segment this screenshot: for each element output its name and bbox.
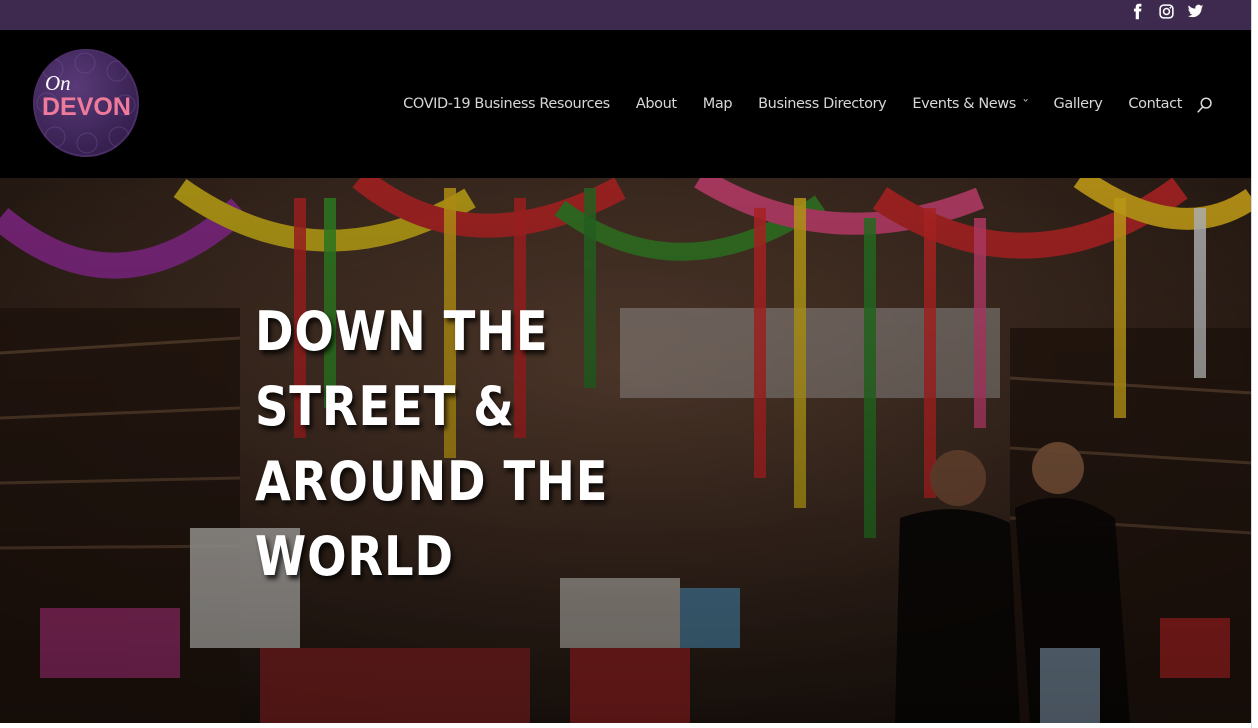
social-links: [1129, 3, 1204, 20]
nav-item-contact[interactable]: Contact: [1128, 96, 1182, 112]
instagram-icon[interactable]: [1158, 3, 1175, 20]
hero-headline-line: AROUND THE: [255, 450, 609, 513]
hero-headline: DOWN THE STREET & AROUND THE WORLD: [255, 294, 616, 594]
hero-background-image: [0, 178, 1252, 723]
nav-item-gallery[interactable]: Gallery: [1054, 96, 1103, 112]
nav-item-about[interactable]: About: [636, 96, 677, 112]
nav-item-covid-resources[interactable]: COVID-19 Business Resources: [403, 96, 610, 112]
twitter-icon[interactable]: [1187, 3, 1204, 20]
search-icon[interactable]: [1196, 96, 1214, 114]
nav-item-label: Business Directory: [758, 96, 887, 112]
nav-item-label: About: [635, 96, 677, 112]
logo-text-devon: DEVON: [42, 93, 131, 121]
nav-item-label: Contact: [1128, 96, 1182, 112]
main-nav: COVID-19 Business Resources About Map Bu…: [403, 30, 1182, 178]
top-social-bar: [0, 0, 1252, 30]
site-header: On DEVON COVID-19 Business Resources Abo…: [0, 30, 1252, 178]
nav-item-map[interactable]: Map: [702, 96, 733, 112]
site-logo[interactable]: On DEVON: [33, 49, 139, 157]
hero-headline-line: DOWN THE: [255, 300, 549, 363]
nav-item-label: COVID-19 Business Resources: [403, 96, 610, 112]
page-bottom-edge: [0, 723, 1252, 728]
hero-headline-line: STREET &: [255, 375, 515, 438]
page: On DEVON COVID-19 Business Resources Abo…: [0, 0, 1258, 728]
chevron-down-icon: ˅: [1022, 98, 1029, 110]
nav-item-business-directory[interactable]: Business Directory: [758, 96, 887, 112]
hero-headline-line: WORLD: [255, 525, 454, 588]
nav-item-label: Gallery: [1053, 96, 1103, 112]
nav-item-label: Events & News: [912, 96, 1016, 112]
scrollbar[interactable]: [1251, 0, 1258, 728]
nav-item-label: Map: [702, 96, 733, 112]
nav-item-events-news[interactable]: Events & News ˅: [912, 96, 1029, 112]
hero-section: DOWN THE STREET & AROUND THE WORLD: [0, 178, 1252, 723]
facebook-icon[interactable]: [1129, 3, 1146, 20]
